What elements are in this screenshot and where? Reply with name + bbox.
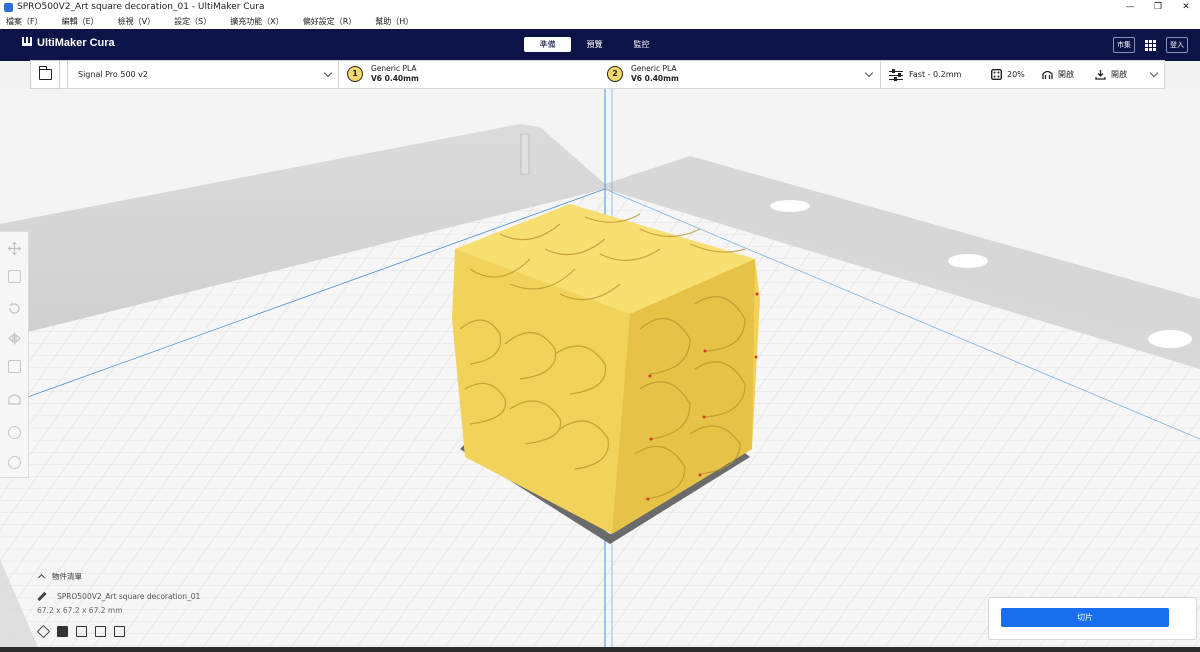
- print-settings-button[interactable]: Fast - 0.2mm: [889, 60, 961, 89]
- support-icon: [1042, 70, 1053, 79]
- move-tool-icon[interactable]: [7, 240, 22, 256]
- object-name-row[interactable]: SPRO500V2_Art square decoration_01: [37, 591, 201, 602]
- 3d-view-icon[interactable]: [36, 624, 51, 639]
- brand-logo: UltiMaker Cura: [22, 37, 115, 49]
- app-header: UltiMaker Cura 準備 預覽 監控 市集 登入: [0, 29, 1200, 61]
- infill-icon: [991, 69, 1002, 80]
- pencil-icon: [37, 591, 47, 602]
- menu-edit[interactable]: 編輯（E）: [62, 16, 99, 27]
- menu-help[interactable]: 幫助（H）: [375, 16, 413, 27]
- title-bar: SPRO500V2_Art square decoration_01 - Ult…: [0, 0, 1200, 14]
- printer-name: Signal Pro 500 v2: [78, 70, 148, 79]
- slice-panel: 切片: [988, 597, 1197, 640]
- app-icon: [4, 2, 13, 12]
- infill-indicator[interactable]: 20%: [991, 60, 1025, 89]
- stage-tabs: 準備 預覽 監控: [524, 37, 665, 52]
- printer-selector[interactable]: Signal Pro 500 v2: [67, 60, 339, 89]
- object-list-header[interactable]: 物件清單: [37, 571, 82, 582]
- chevron-down-icon: [323, 68, 333, 78]
- front-view-icon[interactable]: [57, 626, 68, 637]
- extruder-nozzle: V6 0.40mm: [371, 74, 419, 83]
- header-actions: 市集 登入: [1103, 37, 1188, 53]
- ultimaker-logo-icon: [22, 37, 34, 49]
- mirror-tool-icon[interactable]: [8, 330, 21, 345]
- extruder-number-badge: 1: [347, 66, 363, 82]
- tool-sidebar: [0, 231, 29, 478]
- infill-value: 20%: [1007, 70, 1025, 79]
- close-button[interactable]: ✕: [1172, 0, 1200, 14]
- tab-preview[interactable]: 預覽: [571, 37, 618, 52]
- rotate-tool-icon[interactable]: [8, 300, 21, 314]
- chevron-up-icon: [37, 573, 46, 582]
- plugin-tool-2-icon[interactable]: [8, 456, 21, 469]
- plugin-tool-icon[interactable]: [8, 426, 21, 439]
- 3d-viewport[interactable]: [0, 89, 1200, 652]
- settings-sliders-icon: [889, 68, 903, 81]
- adhesion-indicator[interactable]: 開啟: [1095, 60, 1127, 89]
- menu-settings[interactable]: 設定（S）: [174, 16, 211, 27]
- marketplace-button[interactable]: 市集: [1113, 37, 1135, 53]
- menu-extensions[interactable]: 擴充功能（X）: [230, 16, 283, 27]
- window-controls: — ❐ ✕: [1116, 0, 1200, 14]
- adhesion-value: 開啟: [1111, 70, 1127, 79]
- scale-tool-icon[interactable]: [8, 270, 21, 283]
- camera-view-buttons: [36, 624, 133, 639]
- extruder-nozzle: V6 0.40mm: [631, 74, 679, 83]
- top-view-icon[interactable]: [76, 626, 87, 637]
- adhesion-icon: [1095, 70, 1106, 80]
- menu-file[interactable]: 檔案（F）: [6, 16, 43, 27]
- signin-button[interactable]: 登入: [1166, 37, 1188, 53]
- support-indicator[interactable]: 開啟: [1042, 60, 1074, 89]
- menu-preferences[interactable]: 偏好設定（R）: [303, 16, 357, 27]
- apps-grid-icon[interactable]: [1145, 39, 1156, 51]
- build-plate-scene: [0, 89, 1200, 652]
- right-view-icon[interactable]: [114, 626, 125, 637]
- open-file-button[interactable]: [30, 60, 60, 89]
- menu-bar: 檔案（F） 編輯（E） 檢視（V） 設定（S） 擴充功能（X） 偏好設定（R） …: [0, 14, 1200, 29]
- brand-name: UltiMaker Cura: [37, 37, 115, 49]
- support-value: 開啟: [1058, 70, 1074, 79]
- object-list-title: 物件清單: [52, 572, 82, 581]
- cura-window: SPRO500V2_Art square decoration_01 - Ult…: [0, 0, 1200, 652]
- maximize-button[interactable]: ❐: [1144, 0, 1172, 14]
- slice-button[interactable]: 切片: [1001, 608, 1169, 627]
- folder-icon: [38, 66, 52, 80]
- minimize-button[interactable]: —: [1116, 0, 1144, 14]
- left-view-icon[interactable]: [95, 626, 106, 637]
- per-model-settings-icon[interactable]: [8, 360, 21, 373]
- object-name: SPRO500V2_Art square decoration_01: [57, 592, 201, 601]
- extruder-1[interactable]: 1 Generic PLA V6 0.40mm: [347, 64, 419, 84]
- extruder-material: Generic PLA: [371, 64, 417, 73]
- divider: [880, 61, 881, 88]
- menu-view[interactable]: 檢視（V）: [118, 16, 155, 27]
- taskbar-edge: [0, 647, 1200, 652]
- tab-monitor[interactable]: 監控: [618, 37, 665, 52]
- tab-prepare[interactable]: 準備: [524, 37, 571, 52]
- profile-label: Fast - 0.2mm: [909, 70, 962, 79]
- extruder-material: Generic PLA: [631, 64, 677, 73]
- extruder-2[interactable]: 2 Generic PLA V6 0.40mm: [607, 64, 679, 84]
- extruder-number-badge: 2: [607, 66, 623, 82]
- window-title: SPRO500V2_Art square decoration_01 - Ult…: [17, 2, 265, 12]
- object-dimensions: 67.2 x 67.2 x 67.2 mm: [37, 606, 123, 615]
- support-blocker-icon[interactable]: [8, 390, 21, 405]
